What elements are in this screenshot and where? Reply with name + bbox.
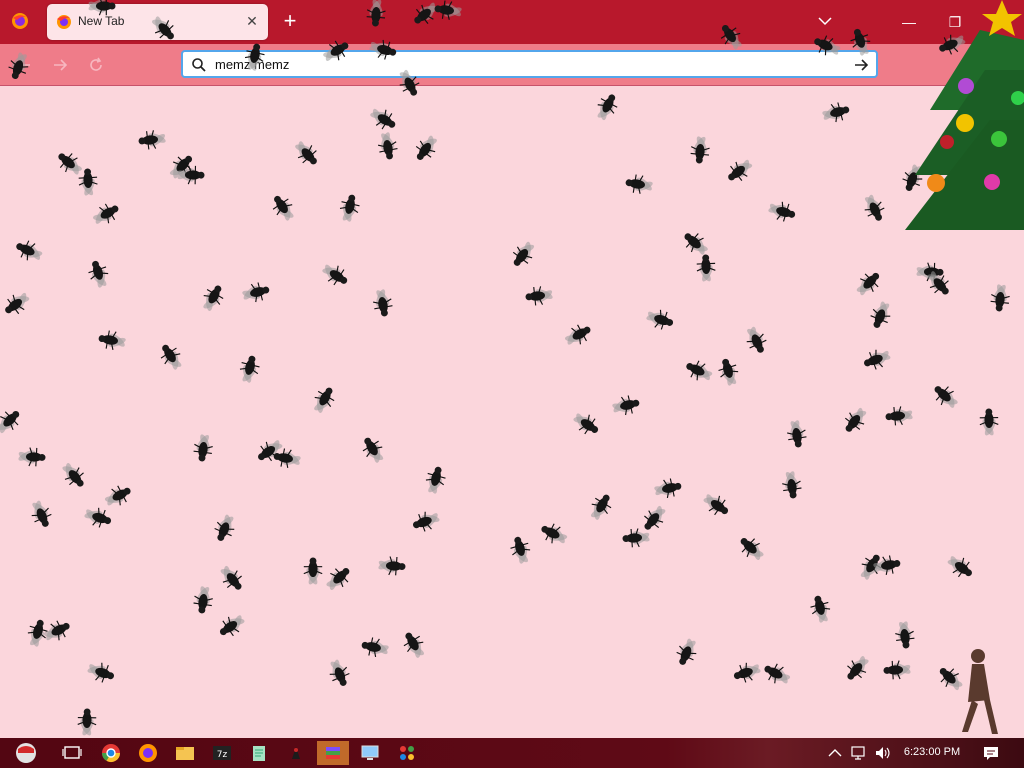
winrar-icon[interactable] bbox=[317, 741, 349, 765]
file-explorer-icon[interactable] bbox=[169, 741, 201, 765]
restore-icon[interactable]: ❐ bbox=[941, 10, 969, 34]
firefox-icon[interactable] bbox=[11, 12, 29, 30]
close-icon[interactable]: ✕ bbox=[243, 12, 261, 30]
chevron-up-icon[interactable] bbox=[826, 745, 844, 761]
app-icon[interactable] bbox=[280, 741, 312, 765]
firefox-icon[interactable] bbox=[132, 741, 164, 765]
forward-arrow-icon[interactable] bbox=[50, 55, 70, 75]
back-arrow-icon[interactable] bbox=[14, 55, 34, 75]
browser-titlebar: New Tab ✕ + — ❐ ✕ bbox=[0, 0, 1024, 44]
svg-text:7z: 7z bbox=[217, 750, 228, 760]
tab-new-tab[interactable]: New Tab ✕ bbox=[47, 4, 268, 40]
paint-icon[interactable] bbox=[391, 741, 423, 765]
taskbar: 7z 6:23:00 PM bbox=[0, 738, 1024, 768]
reload-icon[interactable] bbox=[86, 55, 106, 75]
minimize-icon[interactable]: — bbox=[895, 10, 923, 34]
notification-icon[interactable] bbox=[982, 745, 1000, 761]
start-button-icon[interactable] bbox=[10, 741, 42, 765]
search-icon bbox=[192, 58, 206, 72]
go-arrow-icon[interactable] bbox=[852, 56, 870, 74]
tab-title: New Tab bbox=[78, 14, 125, 28]
monitor-icon[interactable] bbox=[354, 741, 386, 765]
chevron-down-icon[interactable] bbox=[816, 12, 834, 30]
close-icon[interactable]: ✕ bbox=[987, 10, 1015, 34]
network-icon[interactable] bbox=[850, 745, 868, 761]
notepad-icon[interactable] bbox=[243, 741, 275, 765]
address-bar[interactable] bbox=[181, 50, 878, 78]
7zip-icon[interactable]: 7z bbox=[206, 741, 238, 765]
address-input[interactable] bbox=[215, 55, 835, 73]
new-tab-page[interactable] bbox=[0, 86, 1024, 738]
taskbar-clock[interactable]: 6:23:00 PM bbox=[896, 746, 968, 758]
firefox-icon bbox=[57, 15, 71, 29]
new-tab-button[interactable]: + bbox=[279, 10, 301, 32]
speaker-icon[interactable] bbox=[874, 745, 892, 761]
chrome-icon[interactable] bbox=[95, 741, 127, 765]
task-view-icon[interactable] bbox=[56, 741, 88, 765]
